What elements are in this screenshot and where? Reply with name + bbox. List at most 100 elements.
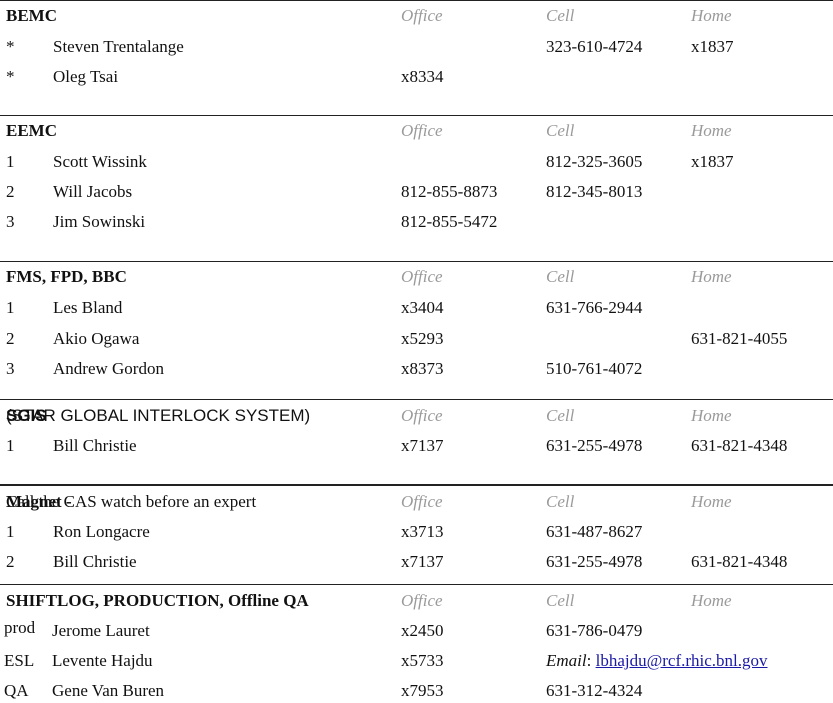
home-phone: 631-821-4348 <box>691 552 788 571</box>
bemc-section: BEMC Office Cell Home * Steven Trentalan… <box>0 0 833 116</box>
contact-name: Steven Trentalange <box>53 37 184 56</box>
row-index: QA <box>4 681 29 700</box>
contact-name: Bill Christie <box>53 552 137 571</box>
contact-row: 1 Scott Wissink 812-325-3605 x1837 <box>0 150 833 174</box>
contact-name: Jim Sowinski <box>53 212 146 231</box>
contact-row: prod Jerome Lauret x2450 631-786-0479 <box>0 618 833 643</box>
contact-row: 1 Bill Christie x7137 631-255-4978 631-8… <box>0 434 833 458</box>
eemc-section: EEMC Office Cell Home 1 Scott Wissink 81… <box>0 115 833 262</box>
row-index: 2 <box>6 182 15 201</box>
shiftlog-header-row: SHIFTLOG, PRODUCTION, Offline QA Office … <box>0 589 833 613</box>
cell-phone: 631-255-4978 <box>546 436 643 455</box>
eemc-header-row: EEMC Office Cell Home <box>0 119 833 143</box>
cell-header: Cell <box>546 267 575 286</box>
office-header: Office <box>401 121 443 140</box>
bemc-header-row: BEMC Office Cell Home <box>0 4 833 28</box>
contact-row: ESL Levente Hajdu x5733 Email: lbhajdu@r… <box>0 649 833 673</box>
contact-name: Akio Ogawa <box>53 329 140 348</box>
contact-row: 3 Andrew Gordon x8373 510-761-4072 <box>0 357 833 381</box>
contact-row: 1 Ron Longacre x3713 631-487-8627 <box>0 520 833 544</box>
cell-header: Cell <box>546 492 575 511</box>
contact-row: 2 Akio Ogawa x5293 631-821-4055 <box>0 327 833 351</box>
cell-phone: 812-345-8013 <box>546 182 643 201</box>
row-index: * <box>6 37 15 56</box>
office-header: Office <box>401 406 443 425</box>
cell-phone: 510-761-4072 <box>546 359 643 378</box>
section-title: FMS, FPD, BBC <box>6 267 127 286</box>
email-link[interactable]: lbhajdu@rcf.rhic.bnl.gov <box>596 651 768 670</box>
contact-name: Bill Christie <box>53 436 137 455</box>
contact-name: Levente Hajdu <box>52 651 153 670</box>
office-phone: x3713 <box>401 522 444 541</box>
row-index: * <box>6 67 15 86</box>
cell-header: Cell <box>546 121 575 140</box>
home-header: Home <box>691 267 732 286</box>
office-header: Office <box>401 267 443 286</box>
contact-name: Scott Wissink <box>53 152 147 171</box>
section-title: BEMC <box>6 6 57 25</box>
contact-name: Les Bland <box>53 298 123 317</box>
home-header: Home <box>691 6 732 25</box>
row-index: prod <box>4 618 36 637</box>
office-header: Office <box>401 591 443 610</box>
contact-name: Andrew Gordon <box>53 359 164 378</box>
office-phone: x5293 <box>401 329 444 348</box>
row-index: 1 <box>6 298 15 317</box>
cell-phone: 323-610-4724 <box>546 37 643 56</box>
home-phone: x1837 <box>691 152 734 171</box>
contact-name: Oleg Tsai <box>53 67 119 86</box>
office-phone: 812-855-5472 <box>401 212 498 231</box>
office-header: Office <box>401 492 443 511</box>
home-header: Home <box>691 406 732 425</box>
fms-section: FMS, FPD, BBC Office Cell Home 1 Les Bla… <box>0 261 833 400</box>
row-index: ESL <box>4 651 35 670</box>
sgis-subtitle: (STAR GLOBAL INTERLOCK SYSTEM) <box>6 406 311 425</box>
email-colon: : <box>586 651 596 670</box>
home-header: Home <box>691 121 732 140</box>
contact-row: * Oleg Tsai x8334 <box>0 65 833 89</box>
office-phone: x3404 <box>401 298 444 317</box>
cell-header: Cell <box>546 591 575 610</box>
office-phone: x7137 <box>401 552 444 571</box>
home-phone: 631-821-4055 <box>691 329 788 348</box>
row-index: 3 <box>6 359 15 378</box>
office-phone: x7953 <box>401 681 444 700</box>
contact-name: Gene Van Buren <box>52 681 165 700</box>
row-index: 2 <box>6 552 15 571</box>
home-header: Home <box>691 492 732 511</box>
contact-row: * Steven Trentalange 323-610-4724 x1837 <box>0 35 833 59</box>
office-phone: x8373 <box>401 359 444 378</box>
contact-name: Ron Longacre <box>53 522 150 541</box>
row-index: 3 <box>6 212 15 231</box>
magnet-subtitle: Call the CAS watch before an expert <box>6 492 257 511</box>
office-phone: 812-855-8873 <box>401 182 498 201</box>
shiftlog-section: SHIFTLOG, PRODUCTION, Offline QA Office … <box>0 584 833 700</box>
contact-row: QA Gene Van Buren x7953 631-312-4324 <box>0 679 833 703</box>
cell-phone: 631-312-4324 <box>546 681 643 700</box>
office-header: Office <box>401 6 443 25</box>
office-phone: x8334 <box>401 67 444 86</box>
contact-row: 1 Les Bland x3404 631-766-2944 <box>0 296 833 320</box>
cell-header: Cell <box>546 406 575 425</box>
office-phone: x7137 <box>401 436 444 455</box>
office-phone: x5733 <box>401 651 444 670</box>
home-phone: 631-821-4348 <box>691 436 788 455</box>
fms-header-row: FMS, FPD, BBC Office Cell Home <box>0 265 833 289</box>
row-index: 1 <box>6 436 15 455</box>
contact-row: 2 Bill Christie x7137 631-255-4978 631-8… <box>0 550 833 574</box>
section-title: SHIFTLOG, PRODUCTION, Offline QA <box>6 591 309 610</box>
cell-phone: 631-255-4978 <box>546 552 643 571</box>
row-index: 1 <box>6 522 15 541</box>
contact-name: Jerome Lauret <box>52 621 150 640</box>
cell-phone: 631-786-0479 <box>546 621 643 640</box>
cell-phone: 631-487-8627 <box>546 522 643 541</box>
section-title: EEMC <box>6 121 57 140</box>
magnet-section: Magnet - Call the CAS watch before an ex… <box>0 484 833 586</box>
office-phone: x2450 <box>401 621 444 640</box>
row-index: 2 <box>6 329 15 348</box>
sgis-section: SGIS (STAR GLOBAL INTERLOCK SYSTEM) Offi… <box>0 399 833 485</box>
home-phone: x1837 <box>691 37 734 56</box>
cell-phone: 631-766-2944 <box>546 298 643 317</box>
home-header: Home <box>691 591 732 610</box>
email-label: Email <box>546 651 587 670</box>
